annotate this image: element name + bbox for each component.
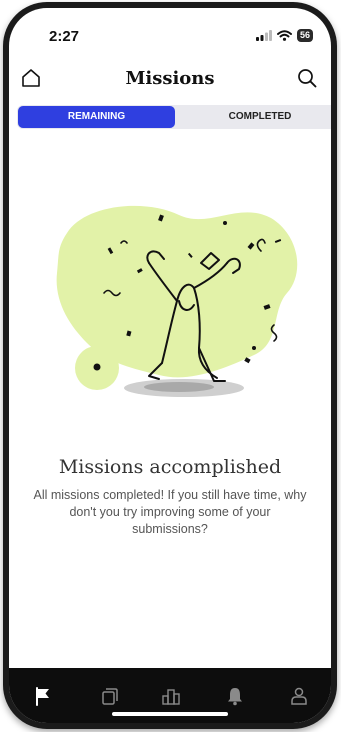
bell-icon (228, 688, 242, 706)
empty-state-title: Missions accomplished (58, 456, 282, 478)
celebrating-figure-illustration (56, 205, 298, 397)
wifi-icon (276, 30, 292, 41)
nav-cards[interactable] (96, 682, 124, 710)
nav-leaderboard[interactable] (157, 682, 185, 710)
leaderboard-icon (162, 689, 180, 705)
status-bar: 2:27 56 (9, 8, 331, 58)
status-icons: 56 (255, 29, 313, 42)
nav-profile[interactable] (285, 682, 313, 710)
nav-missions[interactable] (29, 682, 57, 710)
tab-completed[interactable]: COMPLETED (181, 105, 331, 129)
page-title: Missions (125, 68, 215, 89)
app-screen: 2:27 56 Missions REMAINING COMPLETED Mis… (9, 8, 331, 723)
phone-frame: 2:27 56 Missions REMAINING COMPLETED Mis… (3, 2, 337, 729)
flag-icon (36, 687, 49, 706)
home-indicator (112, 712, 228, 716)
cards-icon (102, 688, 118, 705)
nav-notifications[interactable] (221, 682, 249, 710)
mission-tabs: REMAINING COMPLETED (17, 105, 331, 129)
bottom-nav (9, 668, 331, 723)
signal-icon (255, 30, 272, 41)
tab-remaining[interactable]: REMAINING (18, 106, 175, 128)
app-header: Missions (9, 60, 331, 96)
empty-state-message: All missions completed! If you still hav… (33, 488, 307, 536)
profile-icon (291, 687, 307, 705)
battery-icon: 56 (296, 29, 313, 42)
status-time: 2:27 (49, 28, 80, 45)
search-icon[interactable] (297, 68, 317, 93)
